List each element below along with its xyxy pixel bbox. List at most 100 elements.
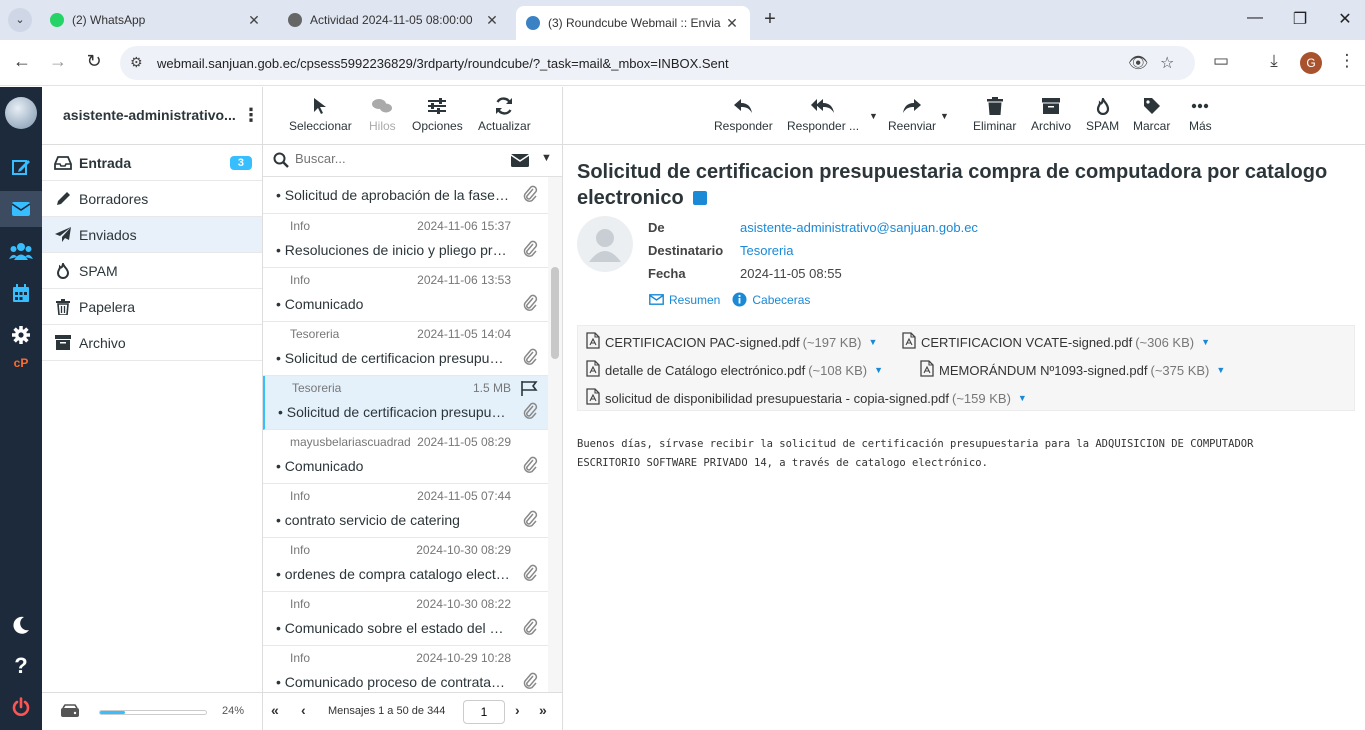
restore-icon[interactable]: ❐ xyxy=(1290,9,1310,29)
message-row[interactable]: mayusbelariascuadrado 2024-11-05 08:29 • C… xyxy=(263,430,548,484)
search-input[interactable] xyxy=(295,151,495,166)
cursor-icon xyxy=(313,93,327,119)
folder-options-menu-icon[interactable]: ⋮ xyxy=(242,105,260,126)
search-icon[interactable] xyxy=(273,152,289,171)
tab-whatsapp[interactable]: (2) WhatsApp ✕ xyxy=(40,6,272,34)
contacts-icon[interactable] xyxy=(0,233,42,269)
message-row[interactable]: Tesoreria 2024-11-05 14:04 • Solicitud de … xyxy=(263,322,548,376)
message-row[interactable]: Info 2024-10-30 08:22 • Comunicado sobre e… xyxy=(263,592,548,646)
open-external-icon[interactable] xyxy=(693,191,708,205)
forward-dropdown-icon[interactable]: ▼ xyxy=(940,111,949,121)
close-icon[interactable]: ✕ xyxy=(724,15,740,32)
attachment-menu-icon[interactable]: ▼ xyxy=(874,365,883,375)
to-address[interactable]: Tesoreria xyxy=(740,243,793,258)
delete-button[interactable]: Eliminar xyxy=(973,93,1016,133)
envelope-filter-icon[interactable] xyxy=(510,154,530,170)
chevron-down-icon[interactable]: ▼ xyxy=(541,152,552,164)
next-page-icon[interactable]: › xyxy=(515,702,520,718)
reload-icon[interactable]: ↻ xyxy=(82,51,106,72)
message-row[interactable]: Info 2024-11-05 07:44 • contrato servicio … xyxy=(263,484,548,538)
eye-icon[interactable]: 👁 xyxy=(1128,53,1148,73)
close-icon[interactable]: ✕ xyxy=(246,12,262,29)
attachment-item[interactable]: CERTIFICACION VCATE-signed.pdf (~306 KB) ▼ xyxy=(902,332,1210,352)
message-list-scrollbar[interactable] xyxy=(548,177,562,692)
refresh-button[interactable]: Actualizar xyxy=(478,93,531,133)
attachment-name[interactable]: solicitud de disponibilidad presupuestar… xyxy=(605,391,949,406)
attachment-name[interactable]: CERTIFICACION PAC-signed.pdf xyxy=(605,335,800,350)
attachment-menu-icon[interactable]: ▼ xyxy=(1018,393,1027,403)
select-button[interactable]: Seleccionar xyxy=(289,93,352,133)
reply-all-button[interactable]: Responder ... xyxy=(787,93,859,133)
folder-spam[interactable]: SPAM xyxy=(42,253,262,289)
folder-enviados[interactable]: Enviados xyxy=(42,217,262,253)
mail-icon[interactable] xyxy=(0,191,42,227)
compose-icon[interactable] xyxy=(0,149,42,185)
download-icon[interactable]: ⤓ xyxy=(1263,51,1285,71)
summary-tab[interactable]: Resumen xyxy=(649,292,720,307)
attachment-item[interactable]: MEMORÁNDUM Nº1093-signed.pdf (~375 KB) ▼ xyxy=(920,360,1225,380)
spam-button[interactable]: SPAM xyxy=(1086,93,1119,133)
message-row[interactable]: Tesoreria 1.5 MB • Solicitud de certificac… xyxy=(263,376,548,430)
more-button[interactable]: Más xyxy=(1189,93,1212,133)
url-text[interactable]: webmail.sanjuan.gob.ec/cpsess5992236829/… xyxy=(157,56,729,71)
archive-button[interactable]: Archivo xyxy=(1031,93,1071,133)
message-date: 2024-11-06 13:53 xyxy=(417,273,511,287)
message-row[interactable]: Info 2024-11-06 15:37 • Resoluciones de in… xyxy=(263,214,548,268)
attachment-name[interactable]: CERTIFICACION VCATE-signed.pdf xyxy=(921,335,1132,350)
whatsapp-icon xyxy=(50,13,64,27)
cpanel-icon[interactable]: cP xyxy=(0,351,42,375)
flag-icon[interactable] xyxy=(520,380,538,399)
close-icon[interactable]: ✕ xyxy=(484,12,500,29)
dark-mode-moon-icon[interactable] xyxy=(0,607,42,643)
attachment-item[interactable]: CERTIFICACION PAC-signed.pdf (~197 KB) ▼ xyxy=(586,332,877,352)
attachment-item[interactable]: detalle de Catálogo electrónico.pdf (~108… xyxy=(586,360,883,380)
forward-button[interactable]: Reenviar xyxy=(888,93,936,133)
message-row[interactable]: Info 2024-10-30 08:29 • ordenes de compra … xyxy=(263,538,548,592)
star-icon[interactable]: ☆ xyxy=(1160,53,1174,73)
attachment-name[interactable]: detalle de Catálogo electrónico.pdf xyxy=(605,363,805,378)
folder-entrada[interactable]: Entrada 3 xyxy=(42,145,262,181)
help-icon[interactable]: ? xyxy=(0,648,42,684)
minimize-icon[interactable]: — xyxy=(1245,9,1265,27)
message-row[interactable]: Info 2024-11-06 13:53 • Comunicado xyxy=(263,268,548,322)
browser-menu-icon[interactable]: ⋮ xyxy=(1336,51,1358,71)
headers-tab[interactable]: Cabeceras xyxy=(732,292,810,307)
attachment-menu-icon[interactable]: ▼ xyxy=(1216,365,1225,375)
scrollbar-thumb[interactable] xyxy=(551,267,559,359)
folder-papelera[interactable]: Papelera xyxy=(42,289,262,325)
forward-arrow-icon[interactable]: → xyxy=(46,51,70,72)
tab-roundcube[interactable]: (3) Roundcube Webmail :: Envia ✕ xyxy=(516,6,750,40)
attachment-menu-icon[interactable]: ▼ xyxy=(868,337,877,347)
back-arrow-icon[interactable]: ← xyxy=(10,51,34,72)
attachment-name[interactable]: MEMORÁNDUM Nº1093-signed.pdf xyxy=(939,363,1147,378)
reply-all-dropdown-icon[interactable]: ▼ xyxy=(869,111,878,121)
last-page-icon[interactable]: » xyxy=(539,702,547,718)
first-page-icon[interactable]: « xyxy=(271,702,279,718)
options-button[interactable]: Opciones xyxy=(412,93,463,133)
folder-archivo[interactable]: Archivo xyxy=(42,325,262,361)
bullet-icon: • xyxy=(276,458,285,474)
window-close-icon[interactable]: ✕ xyxy=(1335,9,1355,29)
roundcube-logo[interactable] xyxy=(5,97,37,129)
logout-power-icon[interactable] xyxy=(0,689,42,725)
tab-actividad[interactable]: Actividad 2024-11-05 08:00:00 ✕ xyxy=(278,6,510,34)
page-number-input[interactable] xyxy=(463,700,505,724)
tab-search-chevron-icon[interactable]: ⌄ xyxy=(8,8,32,32)
from-address[interactable]: asistente-administrativo@sanjuan.gob.ec xyxy=(740,220,978,235)
attachment-item[interactable]: solicitud de disponibilidad presupuestar… xyxy=(586,388,1027,408)
calendar-icon[interactable] xyxy=(0,275,42,311)
profile-avatar[interactable]: G xyxy=(1300,52,1322,74)
settings-gear-icon[interactable] xyxy=(0,317,42,353)
extensions-icon[interactable]: ▭ xyxy=(1210,51,1232,71)
attachment-menu-icon[interactable]: ▼ xyxy=(1201,337,1210,347)
address-bar[interactable]: ⚙ webmail.sanjuan.gob.ec/cpsess599223682… xyxy=(120,46,1195,80)
reply-button[interactable]: Responder xyxy=(714,93,773,133)
mark-button[interactable]: Marcar xyxy=(1133,93,1170,133)
site-settings-icon[interactable]: ⚙ xyxy=(130,54,143,71)
message-row[interactable]: • Solicitud de aprobación de la fase pre… xyxy=(263,177,548,214)
threads-button[interactable]: Hilos xyxy=(369,93,396,133)
message-row[interactable]: Info 2024-10-29 10:28 • Comunicado proceso… xyxy=(263,646,548,692)
new-tab-plus-icon[interactable]: + xyxy=(760,8,780,31)
prev-page-icon[interactable]: ‹ xyxy=(301,702,306,718)
folder-borradores[interactable]: Borradores xyxy=(42,181,262,217)
